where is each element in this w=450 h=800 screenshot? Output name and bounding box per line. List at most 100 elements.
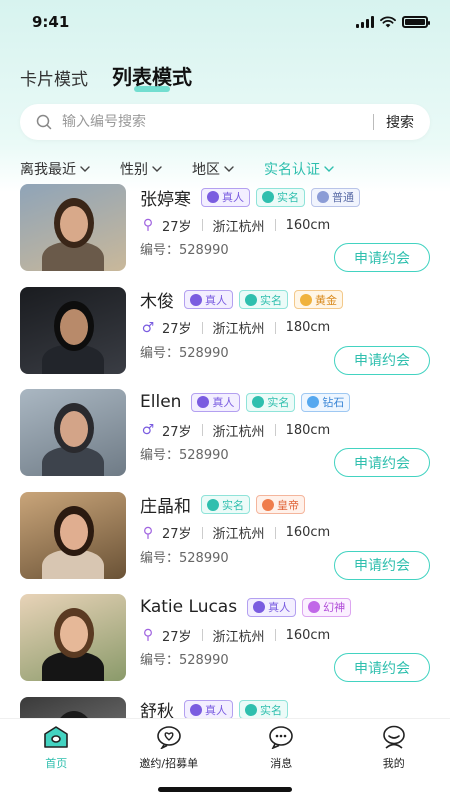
badge-label: 实名	[260, 703, 282, 717]
user-info: 庄晶和 实名 皇帝 ⚲ 27岁 浙江杭州 160cm 编号：528990 申请约会	[126, 492, 430, 595]
wifi-icon	[380, 16, 396, 28]
user-age: 27岁	[162, 219, 192, 235]
user-height: 180cm	[285, 320, 331, 335]
real-badge-icon	[190, 703, 202, 716]
badge-label: 钻石	[322, 396, 345, 409]
user-location: 浙江杭州	[212, 424, 265, 440]
tab-list-mode[interactable]: 列表模式	[112, 61, 192, 90]
tab-profile[interactable]: 我的	[349, 725, 439, 800]
filter-label: 地区	[192, 162, 220, 178]
badge-label: 真人	[222, 191, 244, 204]
apply-date-button[interactable]: 申请约会	[334, 653, 430, 682]
female-icon: ⚲	[142, 217, 154, 233]
tab-home[interactable]: 首页	[11, 725, 101, 800]
user-card[interactable]: 庄晶和 实名 皇帝 ⚲ 27岁 浙江杭州 160cm 编号：528990 申请约会	[0, 491, 450, 595]
user-photo[interactable]	[20, 696, 126, 718]
meta-divider	[201, 526, 203, 539]
tab-card-mode[interactable]: 卡片模式	[20, 65, 88, 90]
user-card[interactable]: 张婷寒 真人 实名 普通 ⚲ 27岁 浙江杭州 160cm 编号：528990 申请约会	[0, 184, 450, 287]
badge-label: 真人	[212, 396, 235, 409]
real-badge-icon	[207, 191, 219, 203]
filter-label: 性别	[120, 162, 148, 178]
user-card[interactable]: 舒秋真人实名⚲27岁浙江杭州160cm编号：528990申请约会	[0, 696, 450, 718]
search-icon	[36, 114, 52, 130]
status-icons	[356, 16, 430, 28]
name-row: 舒秋 真人 实名	[140, 697, 430, 718]
tab-label: 我的	[382, 757, 405, 770]
user-age: 27岁	[162, 424, 192, 440]
badge-real: 真人	[201, 187, 250, 207]
chevron-down-icon	[324, 166, 334, 172]
male-icon: ♂	[141, 319, 155, 336]
user-photo[interactable]	[20, 594, 126, 681]
apply-date-button[interactable]: 申请约会	[334, 345, 430, 375]
user-photo[interactable]	[20, 184, 126, 271]
meta-divider	[201, 219, 203, 231]
user-name: Ellen	[140, 392, 182, 412]
meta-row: ♂ 27岁 浙江杭州 180cm	[140, 420, 430, 440]
user-name: 张婷寒	[140, 189, 191, 210]
name-row: 张婷寒 真人 实名 普通	[140, 184, 430, 210]
user-name: 木俊	[140, 292, 174, 312]
male-icon: ♂	[141, 422, 155, 438]
home-indicator	[158, 787, 292, 792]
user-photo[interactable]	[20, 389, 126, 476]
user-name: 庄晶和	[140, 497, 191, 517]
filter-label: 离我最近	[20, 162, 76, 178]
filter-0[interactable]: 离我最近	[20, 159, 90, 179]
profile-icon	[381, 725, 407, 755]
user-height: 160cm	[285, 525, 331, 540]
emperor-badge-icon	[262, 498, 274, 511]
filter-1[interactable]: 性别	[120, 159, 162, 179]
meta-row: ⚲ 27岁 浙江杭州 160cm	[140, 523, 430, 543]
badge-verified: 实名	[239, 290, 288, 309]
name-row: 木俊 真人 实名 黄金	[140, 287, 430, 313]
meta-row: ⚲ 27岁 浙江杭州 160cm	[140, 625, 430, 645]
user-photo[interactable]	[20, 491, 126, 579]
badge-verified: 实名	[239, 700, 288, 718]
user-card[interactable]: Katie Lucas 真人 幻神 ⚲ 27岁 浙江杭州 160cm 编号：528990 申请约…	[0, 594, 450, 697]
battery-icon	[402, 16, 430, 28]
user-location: 浙江杭州	[212, 322, 265, 337]
apply-date-button[interactable]: 申请约会	[334, 243, 430, 272]
meta-divider	[201, 424, 203, 436]
user-name: Katie Lucas	[140, 597, 238, 617]
user-photo[interactable]	[20, 286, 126, 374]
meta-divider	[274, 526, 276, 539]
badge-label: 实名	[260, 293, 282, 307]
user-age: 27岁	[162, 322, 192, 337]
user-height: 160cm	[285, 627, 331, 643]
badge-real: 真人	[191, 392, 241, 412]
search-input[interactable]	[62, 114, 361, 130]
meta-divider	[274, 424, 276, 436]
filter-bar: 离我最近 性别 地区 实名认证	[0, 156, 450, 182]
user-info: 张婷寒 真人 实名 普通 ⚲ 27岁 浙江杭州 160cm 编号：528990 申请约会	[126, 184, 430, 287]
user-location: 浙江杭州	[212, 527, 265, 542]
apply-date-button[interactable]: 申请约会	[334, 550, 430, 580]
name-row: Ellen 真人 实名 钻石	[140, 389, 430, 415]
badge-label: 幻神	[323, 601, 346, 614]
tab-label: 邀约/招募单	[139, 757, 199, 770]
badge-diamond: 钻石	[301, 392, 351, 412]
user-card[interactable]: 木俊 真人 实名 黄金 ♂ 27岁 浙江杭州 180cm 编号：528990 申请约会	[0, 286, 450, 390]
real-badge-icon	[190, 293, 202, 306]
badge-label: 实名	[267, 396, 290, 409]
search-button[interactable]: 搜索	[386, 112, 414, 132]
meta-divider	[201, 629, 203, 641]
chevron-down-icon	[80, 166, 90, 172]
apply-date-button[interactable]: 申请约会	[334, 448, 430, 477]
female-icon: ⚲	[142, 627, 154, 643]
badge-fantasy: 幻神	[302, 597, 352, 617]
badge-label: 真人	[268, 601, 291, 614]
real-badge-icon	[253, 601, 266, 613]
filter-3[interactable]: 实名认证	[264, 159, 334, 179]
badge-verified: 实名	[246, 392, 296, 412]
verified-badge-icon	[262, 191, 274, 203]
user-location: 浙江杭州	[212, 219, 265, 235]
badge-real: 真人	[184, 700, 233, 718]
filter-2[interactable]: 地区	[192, 159, 234, 179]
badge-verified: 实名	[256, 187, 305, 207]
user-info: Ellen 真人 实名 钻石 ♂ 27岁 浙江杭州 180cm 编号：528990 申请约会	[126, 389, 430, 492]
user-info: 木俊 真人 实名 黄金 ♂ 27岁 浙江杭州 180cm 编号：528990 申请约会	[126, 287, 430, 390]
user-card[interactable]: Ellen 真人 实名 钻石 ♂ 27岁 浙江杭州 180cm 编号：528990 申请约会	[0, 389, 450, 492]
